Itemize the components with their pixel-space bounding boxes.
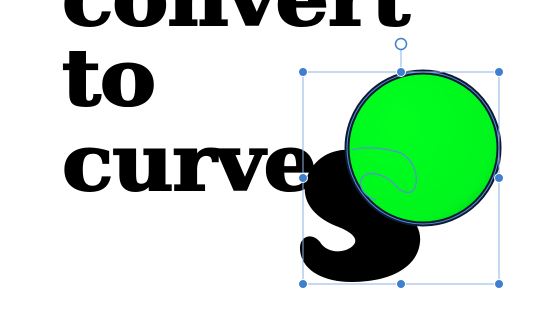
resize-handle-middle-left[interactable] xyxy=(298,173,308,183)
resize-handle-bottom-center[interactable] xyxy=(396,279,406,289)
resize-handle-top-left[interactable] xyxy=(298,67,308,77)
drawing-canvas[interactable]: convert to curve xyxy=(0,0,560,315)
resize-handle-bottom-right[interactable] xyxy=(494,279,504,289)
resize-handle-top-right[interactable] xyxy=(494,67,504,77)
rotate-handle-icon[interactable] xyxy=(394,37,408,51)
resize-handle-top-center[interactable] xyxy=(396,67,406,77)
shape-layer xyxy=(298,37,504,289)
resize-handle-middle-right[interactable] xyxy=(494,173,504,183)
resize-handle-bottom-left[interactable] xyxy=(298,279,308,289)
